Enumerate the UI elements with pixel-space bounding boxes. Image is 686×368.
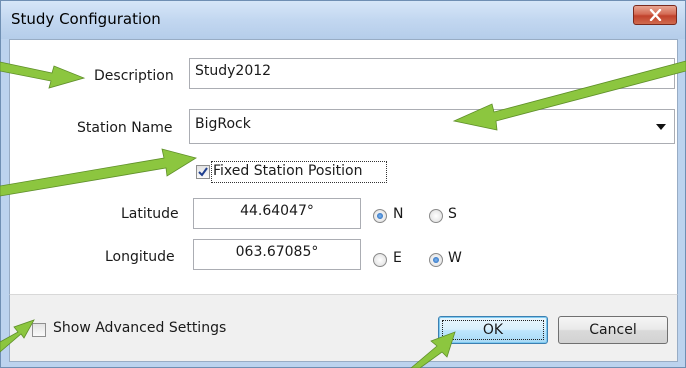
dialog-content: Description Study2012 Station Name BigRo… <box>9 39 678 295</box>
latitude-south-label: S <box>448 206 457 222</box>
longitude-input[interactable]: 063.67085° <box>193 239 361 270</box>
title-bar: Study Configuration <box>1 1 685 39</box>
station-name-dropdown[interactable]: BigRock <box>189 109 675 144</box>
longitude-east-radio[interactable] <box>373 253 387 267</box>
ok-button[interactable]: OK <box>438 316 548 344</box>
latitude-south-radio[interactable] <box>429 209 443 223</box>
study-configuration-dialog: Study Configuration Description Study201… <box>0 0 686 368</box>
description-input[interactable]: Study2012 <box>189 58 675 89</box>
longitude-west-label: W <box>448 250 462 266</box>
latitude-north-radio[interactable] <box>373 209 387 223</box>
close-icon <box>649 9 662 21</box>
longitude-label: Longitude <box>105 249 175 265</box>
window-title: Study Configuration <box>11 10 161 28</box>
station-name-value: BigRock <box>195 116 251 132</box>
ok-focus-rect <box>442 320 544 340</box>
fixed-position-checkbox[interactable] <box>196 165 210 179</box>
latitude-label: Latitude <box>121 206 179 222</box>
longitude-east-label: E <box>393 250 402 266</box>
cancel-button-label: Cancel <box>589 322 637 338</box>
show-advanced-label[interactable]: Show Advanced Settings <box>53 320 226 336</box>
longitude-west-radio[interactable] <box>429 253 443 267</box>
station-name-label: Station Name <box>77 120 173 136</box>
dialog-footer: Show Advanced Settings OK Cancel <box>9 294 678 362</box>
latitude-input[interactable]: 44.64047° <box>193 198 361 229</box>
cancel-button[interactable]: Cancel <box>558 316 668 344</box>
description-label: Description <box>94 68 174 84</box>
show-advanced-checkbox[interactable] <box>32 323 46 337</box>
close-button[interactable] <box>633 5 677 25</box>
fixed-position-label[interactable]: Fixed Station Position <box>213 163 362 179</box>
dropdown-arrow-icon <box>656 124 666 130</box>
checkmark-icon <box>198 167 208 177</box>
latitude-north-label: N <box>393 206 404 222</box>
